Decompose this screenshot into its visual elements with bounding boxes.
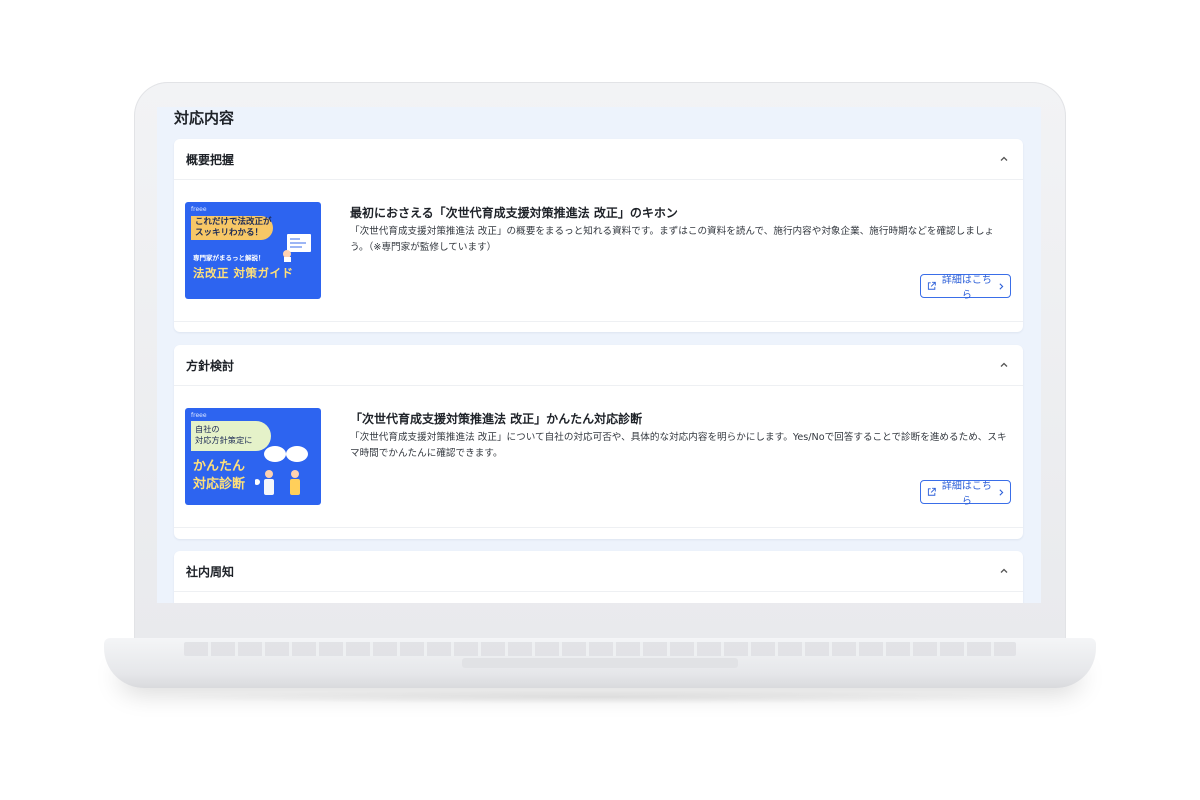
thumbnail-pill-line2: スッキリわかる！ (195, 228, 264, 238)
resource-thumbnail[interactable]: freee 自社の 対応方針策定に かんたん 対応診断 (185, 408, 321, 505)
thumbnail-main-text: かんたん 対応診断 (193, 458, 245, 494)
details-button[interactable]: 詳細はこちら (920, 480, 1011, 507)
page-title: 対応内容 (174, 109, 235, 127)
chevron-up-icon[interactable] (999, 360, 1009, 370)
section-body: freee これだけで法改正が スッキリわかる！ 専門家がまるっと解説！ 法改正… (174, 180, 1023, 332)
section-title: 概要把握 (186, 152, 235, 167)
laptop-screen: 対応内容 概要把握 freee これだけで法改正が スッキリわかる！ 専門家がま… (157, 107, 1041, 603)
thumbnail-subtitle: 専門家がまるっと解説！ (193, 254, 265, 262)
chevron-right-icon (998, 488, 1003, 496)
section-body: freee 自社の 対応方針策定に かんたん 対応診断 「次世代育成支援対策推進… (174, 386, 1023, 538)
section-divider (174, 527, 1023, 528)
freee-logo: freee (191, 412, 207, 419)
external-link-icon (927, 281, 936, 290)
thumbnail-main-line1: かんたん (193, 459, 246, 474)
laptop-shadow (150, 690, 1050, 704)
details-button-label: 詳細はこちら (941, 481, 992, 507)
thumbnail-pill-line1: 自社の (195, 424, 220, 434)
laptop-base (104, 638, 1096, 688)
trackpad (462, 658, 738, 668)
section-title: 方針検討 (186, 358, 235, 373)
resource-title: 「次世代育成支援対策推進法 改正」かんたん対応診断 (350, 412, 643, 426)
thumbnail-pill: これだけで法改正が スッキリわかる！ (191, 216, 273, 240)
chevron-right-icon (998, 282, 1003, 290)
external-link-icon (927, 487, 936, 496)
document-illustration (283, 234, 311, 262)
details-button-label: 詳細はこちら (941, 275, 992, 301)
people-illustration (255, 446, 308, 495)
resource-description: 「次世代育成支援対策推進法 改正」について自社の対応可否や、具体的な対応内容を明… (350, 432, 1007, 459)
section-header[interactable]: 概要把握 (174, 139, 1023, 180)
details-button[interactable]: 詳細はこちら (920, 274, 1011, 301)
chevron-up-icon[interactable] (999, 566, 1009, 576)
section-card-announcement: 社内周知 (174, 551, 1023, 603)
thumbnail-main-line2: 対応診断 (193, 477, 246, 492)
section-divider (174, 321, 1023, 322)
chevron-up-icon[interactable] (999, 154, 1009, 164)
section-header[interactable]: 社内周知 (174, 551, 1023, 592)
resource-thumbnail[interactable]: freee これだけで法改正が スッキリわかる！ 専門家がまるっと解説！ 法改正… (185, 202, 321, 299)
resource-description: 「次世代育成支援対策推進法 改正」の概要をまるっと知れる資料です。まずはこの資料… (350, 226, 995, 253)
thumbnail-main-text: 法改正 対策ガイド (193, 266, 294, 280)
section-header[interactable]: 方針検討 (174, 345, 1023, 386)
freee-logo: freee (191, 206, 207, 213)
section-card-overview: 概要把握 freee これだけで法改正が スッキリわかる！ 専門家がまるっと解説… (174, 139, 1023, 332)
keyboard (184, 642, 1016, 656)
section-card-policy: 方針検討 freee 自社の 対応方針策定に かんたん 対応診断 「次世代育成支… (174, 345, 1023, 539)
thumbnail-pill-line1: これだけで法改正が (195, 217, 272, 227)
section-title: 社内周知 (186, 564, 235, 579)
resource-title: 最初におさえる「次世代育成支援対策推進法 改正」のキホン (350, 206, 678, 220)
